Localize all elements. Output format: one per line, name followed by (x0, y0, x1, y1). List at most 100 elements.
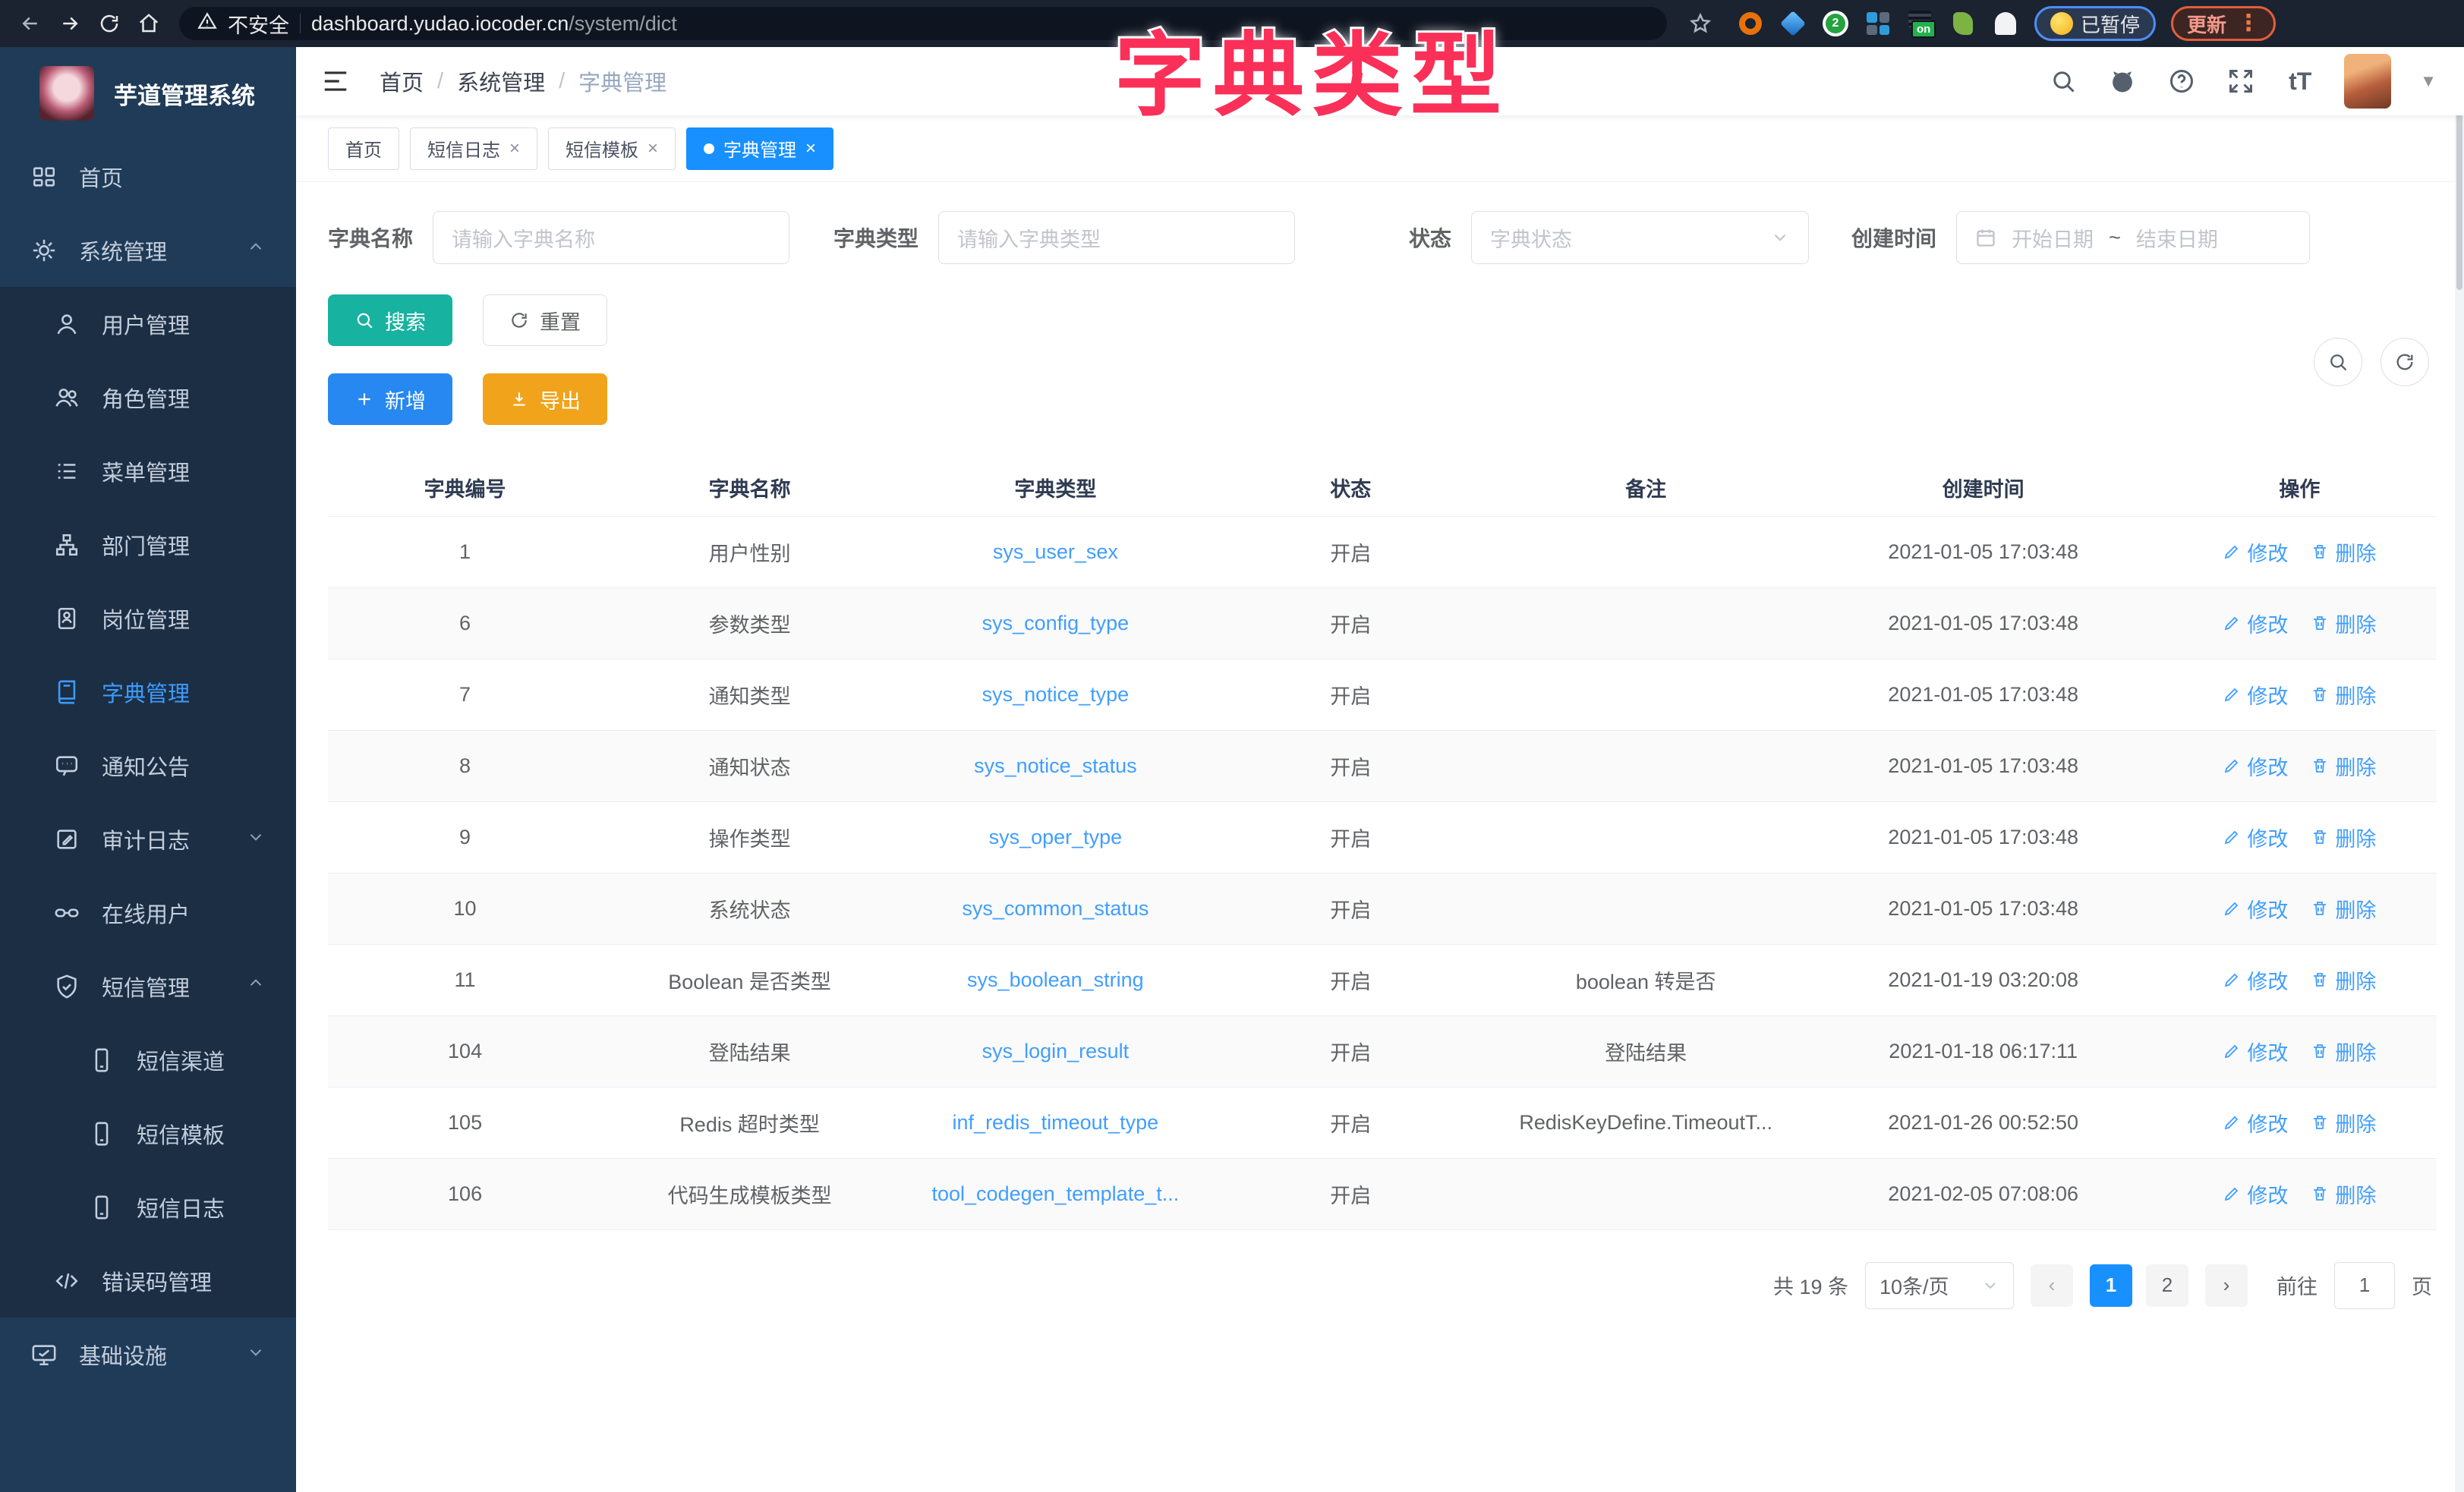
close-icon[interactable]: × (805, 138, 816, 159)
profile-paused-chip[interactable]: 已暂停 (2034, 6, 2156, 41)
sidebar-item-短信日志[interactable]: 短信日志 (0, 1170, 296, 1244)
sidebar-item-label: 基础设施 (79, 1339, 167, 1371)
search-button[interactable]: 搜索 (328, 294, 452, 346)
goto-page-input[interactable]: 1 (2334, 1262, 2395, 1309)
delete-link[interactable]: 删除 (2311, 751, 2376, 781)
sidebar-item-短信渠道[interactable]: 短信渠道 (0, 1023, 296, 1097)
delete-link[interactable]: 删除 (2311, 680, 2376, 710)
sidebar-item-菜单管理[interactable]: 菜单管理 (0, 434, 296, 508)
dict-type-link[interactable]: sys_notice_type (982, 683, 1130, 706)
toggle-search-button[interactable] (2314, 338, 2362, 386)
sidebar-item-系统管理[interactable]: 系统管理 (0, 213, 296, 287)
dict-name-input[interactable]: 请输入字典名称 (433, 211, 789, 264)
breadcrumb-system[interactable]: 系统管理 (457, 65, 545, 97)
sidebar-item-部门管理[interactable]: 部门管理 (0, 508, 296, 581)
edit-link[interactable]: 修改 (2223, 680, 2288, 710)
tab-短信模板[interactable]: 短信模板× (548, 127, 676, 170)
collapse-sidebar-icon[interactable] (319, 65, 352, 98)
dict-type-link[interactable]: inf_redis_timeout_type (953, 1111, 1159, 1134)
date-range-picker[interactable]: 开始日期 ~ 结束日期 (1956, 211, 2310, 264)
delete-link[interactable]: 删除 (2311, 1037, 2376, 1066)
browser-menu-icon[interactable]: ⋮ (2237, 17, 2260, 30)
breadcrumb-home[interactable]: 首页 (380, 65, 424, 97)
bookmark-star-icon[interactable] (1684, 7, 1717, 40)
dict-type-link[interactable]: sys_common_status (962, 897, 1149, 920)
sidebar-item-审计日志[interactable]: 审计日志 (0, 802, 296, 876)
edit-link[interactable]: 修改 (2223, 1179, 2288, 1209)
next-page-button[interactable]: › (2205, 1264, 2248, 1307)
sidebar-item-通知公告[interactable]: 通知公告 (0, 729, 296, 802)
reset-button[interactable]: 重置 (483, 294, 607, 346)
delete-link[interactable]: 删除 (2311, 894, 2376, 924)
sidebar-item-用户管理[interactable]: 用户管理 (0, 287, 296, 360)
edit-link[interactable]: 修改 (2223, 1037, 2288, 1066)
sidebar-item-首页[interactable]: 首页 (0, 140, 296, 213)
page-button-2[interactable]: 2 (2146, 1264, 2188, 1307)
edit-link[interactable]: 修改 (2223, 823, 2288, 852)
delete-link[interactable]: 删除 (2311, 609, 2376, 638)
sidebar-item-基础设施[interactable]: 基础设施 (0, 1317, 296, 1391)
add-button[interactable]: 新增 (328, 373, 452, 425)
browser-reload-icon[interactable] (93, 7, 126, 40)
extension-green-count-icon[interactable]: 2 (1822, 10, 1849, 37)
user-avatar[interactable] (2344, 54, 2391, 109)
app-logo-row[interactable]: 芋道管理系统 (0, 47, 296, 140)
window-scrollbar[interactable] (2455, 47, 2464, 1492)
sidebar-item-短信模板[interactable]: 短信模板 (0, 1097, 296, 1170)
extension-grid-icon[interactable] (1864, 10, 1892, 37)
sidebar-item-字典管理[interactable]: 字典管理 (0, 655, 296, 729)
dict-type-link[interactable]: sys_config_type (982, 612, 1130, 634)
extension-ghost-icon[interactable] (1992, 10, 2019, 37)
edit-link[interactable]: 修改 (2223, 609, 2288, 638)
tab-首页[interactable]: 首页 (328, 127, 399, 170)
header-search-icon[interactable] (2048, 66, 2078, 96)
delete-link[interactable]: 删除 (2311, 1179, 2376, 1209)
sidebar-item-短信管理[interactable]: 短信管理 (0, 949, 296, 1023)
sidebar-item-在线用户[interactable]: 在线用户 (0, 876, 296, 949)
tab-字典管理[interactable]: 字典管理× (686, 127, 833, 170)
address-bar[interactable]: 不安全 dashboard.yudao.iocoder.cn/system/di… (179, 7, 1667, 40)
delete-link[interactable]: 删除 (2311, 965, 2376, 995)
delete-link[interactable]: 删除 (2311, 1108, 2376, 1138)
delete-link[interactable]: 删除 (2311, 823, 2376, 852)
delete-link[interactable]: 删除 (2311, 537, 2376, 567)
dict-type-input[interactable]: 请输入字典类型 (938, 211, 1295, 264)
chrome-update-button[interactable]: 更新 ⋮ (2171, 6, 2276, 41)
extension-leaf-icon[interactable] (1949, 10, 1977, 37)
dict-type-link[interactable]: sys_login_result (982, 1040, 1130, 1062)
edit-link[interactable]: 修改 (2223, 1108, 2288, 1138)
user-menu-caret-icon[interactable]: ▼ (2420, 71, 2437, 91)
browser-home-icon[interactable] (132, 7, 165, 40)
extension-switch-icon[interactable]: on (1907, 10, 1934, 37)
dict-type-link[interactable]: sys_notice_status (974, 754, 1137, 777)
export-button[interactable]: 导出 (483, 373, 607, 425)
sidebar-item-错误码管理[interactable]: 错误码管理 (0, 1244, 296, 1317)
sidebar-item-岗位管理[interactable]: 岗位管理 (0, 581, 296, 655)
edit-link[interactable]: 修改 (2223, 751, 2288, 781)
dict-type-link[interactable]: sys_oper_type (989, 826, 1123, 848)
fullscreen-icon[interactable] (2226, 66, 2256, 96)
close-icon[interactable]: × (509, 138, 520, 159)
refresh-table-button[interactable] (2381, 338, 2429, 386)
page-button-1[interactable]: 1 (2090, 1264, 2132, 1307)
filter-form: 字典名称 请输入字典名称 字典类型 请输入字典类型 状态 字典状态 创建时间 开… (328, 211, 2437, 264)
dict-type-link[interactable]: sys_user_sex (993, 540, 1118, 563)
tab-短信日志[interactable]: 短信日志× (410, 127, 537, 170)
github-icon[interactable] (2107, 66, 2138, 96)
edit-link[interactable]: 修改 (2223, 965, 2288, 995)
close-icon[interactable]: × (648, 138, 658, 159)
font-size-icon[interactable]: tT (2285, 66, 2315, 96)
extension-orange-icon[interactable] (1737, 10, 1764, 37)
sidebar-item-角色管理[interactable]: 角色管理 (0, 360, 296, 434)
prev-page-button[interactable]: ‹ (2031, 1264, 2073, 1307)
extension-gem-icon[interactable] (1779, 10, 1807, 37)
browser-back-icon[interactable] (14, 7, 47, 40)
browser-forward-icon[interactable] (53, 7, 87, 40)
dict-type-link[interactable]: tool_codegen_template_t... (932, 1182, 1180, 1205)
page-size-select[interactable]: 10条/页 (1865, 1262, 2014, 1309)
dict-type-link[interactable]: sys_boolean_string (967, 968, 1144, 991)
help-icon[interactable] (2166, 66, 2197, 96)
edit-link[interactable]: 修改 (2223, 894, 2288, 924)
edit-link[interactable]: 修改 (2223, 537, 2288, 567)
status-select[interactable]: 字典状态 (1471, 211, 1809, 264)
